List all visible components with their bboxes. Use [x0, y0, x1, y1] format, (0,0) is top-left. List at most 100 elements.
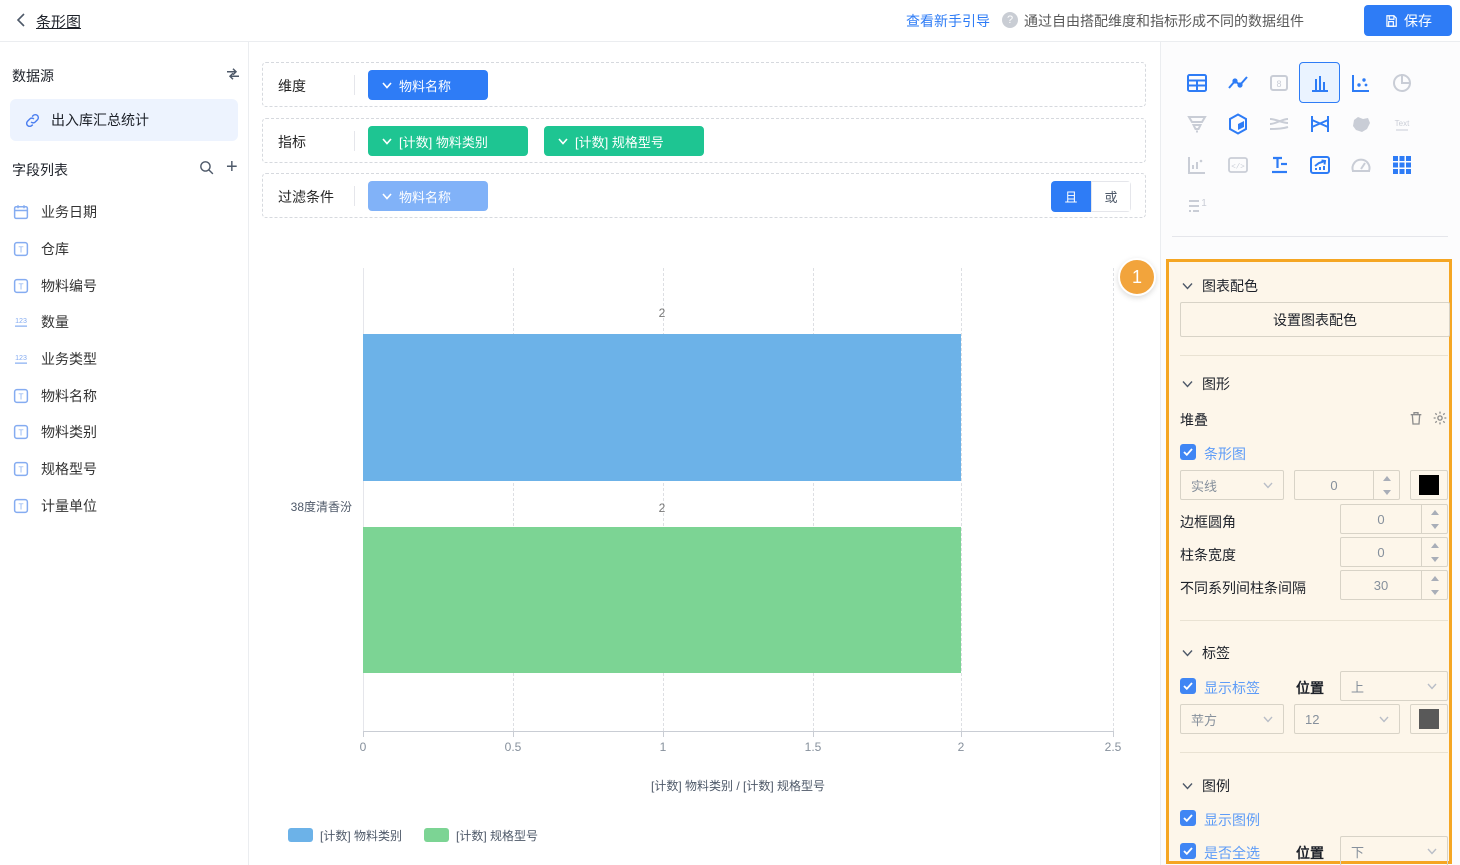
section-legend[interactable]: 图例: [1182, 776, 1230, 796]
filter-tag[interactable]: 物料名称: [368, 181, 488, 211]
show-legend-checkbox-label[interactable]: 显示图例: [1204, 810, 1260, 830]
page-title[interactable]: 条形图: [36, 11, 81, 32]
swap-datasource-icon[interactable]: [224, 65, 242, 83]
label-font-select[interactable]: 苹方: [1180, 704, 1284, 734]
embed-code-icon[interactable]: </>: [1217, 144, 1258, 185]
gear-icon[interactable]: [1432, 410, 1448, 426]
text-field-icon: T: [12, 497, 30, 515]
field-item[interactable]: T 仓库: [12, 231, 238, 268]
gauge-chart-icon[interactable]: [1340, 144, 1381, 185]
check-icon: [1183, 814, 1193, 822]
stepper-arrows[interactable]: [1421, 538, 1447, 566]
chevron-down-icon: [1427, 848, 1437, 855]
bar-chart-checkbox-label[interactable]: 条形图: [1204, 444, 1246, 464]
line-style-select[interactable]: 实线: [1180, 470, 1284, 500]
number-card-icon[interactable]: 8: [1258, 62, 1299, 103]
field-item[interactable]: T 计量单位: [12, 488, 238, 525]
show-label-checkbox-label[interactable]: 显示标签: [1204, 678, 1260, 698]
datasource-item[interactable]: 出入库汇总统计: [10, 99, 238, 141]
label-font-color-swatch[interactable]: [1410, 704, 1448, 734]
chart-type-grid: 8 Text </> 1: [1176, 62, 1422, 226]
indicator-card-icon[interactable]: [1299, 144, 1340, 185]
distribution-chart-icon[interactable]: [1176, 144, 1217, 185]
header-hint: 通过自由搭配维度和指标形成不同的数据组件: [1024, 11, 1304, 31]
svg-text:T: T: [18, 392, 23, 401]
number-field-icon: 123: [12, 350, 30, 368]
parallel-chart-icon[interactable]: [1299, 103, 1340, 144]
check-icon: [1183, 847, 1193, 855]
label-font-size-select[interactable]: 12: [1294, 704, 1400, 734]
scatter-chart-icon[interactable]: [1340, 62, 1381, 103]
stack-label: 堆叠: [1180, 410, 1208, 430]
funnel-chart-icon[interactable]: [1176, 103, 1217, 144]
section-chart-colors[interactable]: 图表配色: [1182, 276, 1258, 296]
metric-tag[interactable]: [计数] 规格型号: [544, 126, 704, 156]
line-width-stepper[interactable]: 0: [1294, 470, 1400, 500]
text-cloud-icon[interactable]: Text: [1381, 103, 1422, 144]
guide-step-badge: 1: [1118, 258, 1156, 296]
svg-text:T: T: [18, 429, 23, 438]
svg-text:1: 1: [1201, 198, 1207, 209]
select-all-checkbox-label[interactable]: 是否全选: [1204, 843, 1260, 863]
tick-mark: [363, 732, 364, 737]
stepper-arrows[interactable]: [1421, 505, 1447, 533]
sankey-chart-icon[interactable]: [1258, 103, 1299, 144]
bar-series-2[interactable]: [363, 527, 961, 673]
label-position-select[interactable]: 上: [1340, 671, 1448, 701]
save-button[interactable]: 保存: [1364, 5, 1452, 36]
and-button[interactable]: 且: [1051, 181, 1091, 212]
bar-series-1[interactable]: [363, 334, 961, 481]
show-legend-checkbox[interactable]: [1180, 810, 1196, 826]
filter-row: 过滤条件 物料名称 且 或: [262, 173, 1146, 218]
bar-chart-icon[interactable]: [1299, 62, 1340, 103]
legend-swatch-series-1[interactable]: [288, 828, 313, 842]
section-shape[interactable]: 图形: [1182, 374, 1230, 394]
series-gap-stepper[interactable]: 30: [1340, 570, 1448, 600]
svg-text:123: 123: [15, 354, 27, 362]
legend-position-select[interactable]: 下: [1340, 836, 1448, 865]
pivot-table-icon[interactable]: [1381, 144, 1422, 185]
select-all-checkbox[interactable]: [1180, 843, 1196, 859]
stepper-arrows[interactable]: [1373, 471, 1399, 499]
legend-label[interactable]: [计数] 物料类别: [320, 827, 402, 844]
stepper-arrows[interactable]: [1421, 571, 1447, 599]
field-item[interactable]: 123 数量: [12, 304, 238, 341]
map-chart-icon[interactable]: [1340, 103, 1381, 144]
field-item[interactable]: T 物料类别: [12, 414, 238, 451]
bar-chart-checkbox[interactable]: [1180, 444, 1196, 460]
x-tick: 1: [641, 740, 685, 754]
back-icon[interactable]: [14, 12, 30, 28]
field-item[interactable]: 业务日期: [12, 194, 238, 231]
trash-icon[interactable]: [1408, 410, 1424, 426]
field-item[interactable]: T 物料编号: [12, 267, 238, 304]
metric-tag[interactable]: [计数] 物料类别: [368, 126, 528, 156]
dimension-tag[interactable]: 物料名称: [368, 70, 488, 100]
help-icon[interactable]: ?: [1002, 12, 1018, 28]
pie-chart-icon[interactable]: [1381, 62, 1422, 103]
svg-text:8: 8: [1276, 79, 1281, 89]
guide-link[interactable]: 查看新手引导: [906, 11, 990, 31]
text-component-icon[interactable]: [1258, 144, 1299, 185]
divider: [354, 186, 355, 206]
show-label-checkbox[interactable]: [1180, 678, 1196, 694]
ranking-list-icon[interactable]: 1: [1176, 185, 1217, 226]
chevron-down-icon: [382, 193, 392, 200]
or-button[interactable]: 或: [1091, 181, 1131, 212]
chevron-down-icon: [1427, 683, 1437, 690]
bar-width-stepper[interactable]: 0: [1340, 537, 1448, 567]
text-field-icon: T: [12, 277, 30, 295]
field-item[interactable]: T 规格型号: [12, 451, 238, 488]
section-label[interactable]: 标签: [1182, 643, 1230, 663]
data-table-icon[interactable]: [1176, 62, 1217, 103]
add-field-icon[interactable]: +: [226, 157, 238, 177]
line-chart-icon[interactable]: [1217, 62, 1258, 103]
legend-swatch-series-2[interactable]: [424, 828, 449, 842]
hexagon-chart-icon[interactable]: [1217, 103, 1258, 144]
set-chart-colors-button[interactable]: 设置图表配色: [1180, 302, 1450, 337]
field-item[interactable]: T 物料名称: [12, 377, 238, 414]
legend-label[interactable]: [计数] 规格型号: [456, 827, 538, 844]
border-color-swatch[interactable]: [1410, 470, 1448, 500]
border-radius-stepper[interactable]: 0: [1340, 504, 1448, 534]
search-icon[interactable]: [198, 159, 215, 176]
field-item[interactable]: 123 业务类型: [12, 341, 238, 378]
